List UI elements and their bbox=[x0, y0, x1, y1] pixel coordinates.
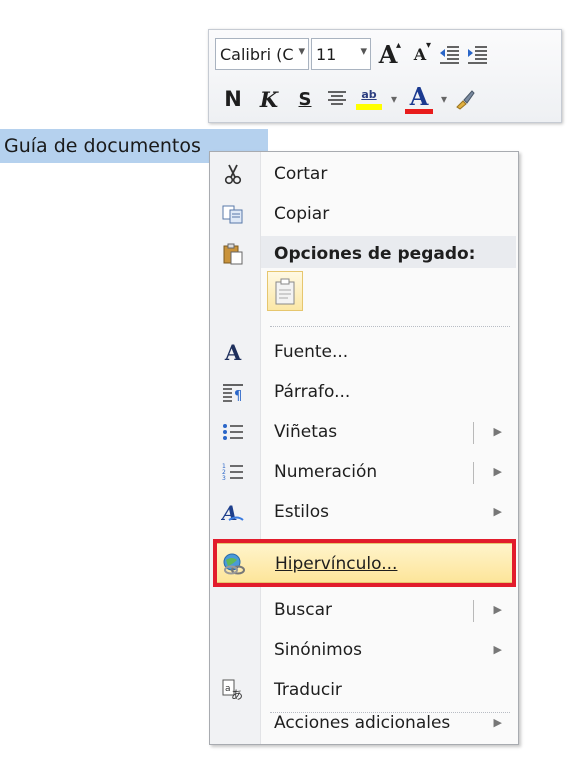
menu-item-numbering[interactable]: 123 Numeración ▶ bbox=[210, 452, 518, 492]
menu-item-copy[interactable]: Copiar bbox=[210, 194, 518, 234]
grow-font-button[interactable]: A ▴ bbox=[371, 38, 405, 70]
format-painter-icon bbox=[456, 90, 475, 110]
menu-item-paragraph[interactable]: ¶ Párrafo... bbox=[210, 372, 518, 412]
highlight-color-bar bbox=[356, 104, 382, 110]
shrink-font-button[interactable]: A ▾ bbox=[405, 38, 435, 70]
svg-text:a: a bbox=[225, 684, 231, 694]
menu-item-label: Buscar bbox=[274, 600, 333, 620]
increase-indent-button[interactable] bbox=[463, 38, 491, 70]
menu-item-search[interactable]: Buscar ▶ bbox=[210, 590, 518, 630]
numbering-icon: 123 bbox=[220, 460, 246, 484]
submenu-arrow-icon[interactable]: ▶ bbox=[494, 452, 502, 492]
menu-item-label: Numeración bbox=[274, 462, 378, 482]
submenu-split-divider bbox=[473, 600, 474, 622]
font-color-button[interactable]: A bbox=[401, 83, 437, 115]
bullets-icon bbox=[220, 420, 246, 444]
menu-item-label: Viñetas bbox=[274, 422, 338, 442]
font-name-value: Calibri (C bbox=[220, 44, 294, 64]
paragraph-icon: ¶ bbox=[220, 380, 246, 404]
shrink-font-icon: A bbox=[413, 44, 427, 64]
increase-indent-icon bbox=[468, 46, 487, 64]
scissors-icon bbox=[220, 162, 246, 186]
menu-item-paste-options: Opciones de pegado: bbox=[210, 234, 518, 274]
svg-text:¶: ¶ bbox=[234, 389, 242, 402]
menu-item-cut[interactable]: Cortar bbox=[210, 154, 518, 194]
chevron-down-icon[interactable]: ▾ bbox=[387, 92, 401, 106]
svg-text:あ: あ bbox=[231, 688, 243, 701]
styles-icon: A bbox=[220, 500, 246, 524]
chevron-down-icon[interactable]: ▾ bbox=[437, 92, 451, 106]
submenu-arrow-icon[interactable]: ▶ bbox=[494, 630, 502, 670]
font-size-combo[interactable]: 11 ▾ bbox=[311, 38, 371, 70]
underline-icon: S bbox=[298, 88, 312, 110]
highlight-icon: ab bbox=[361, 88, 377, 101]
menu-separator bbox=[270, 326, 510, 327]
submenu-arrow-icon[interactable]: ▶ bbox=[494, 492, 502, 532]
menu-item-bullets[interactable]: Viñetas ▶ bbox=[210, 412, 518, 452]
menu-item-label: Fuente... bbox=[274, 342, 349, 362]
menu-item-label: Sinónimos bbox=[274, 640, 363, 660]
svg-text:3: 3 bbox=[222, 475, 226, 482]
submenu-arrow-icon[interactable]: ▶ bbox=[494, 590, 502, 630]
clipboard-icon bbox=[275, 278, 295, 305]
paste-keep-formatting-button[interactable] bbox=[267, 271, 303, 311]
submenu-arrow-icon[interactable]: ▶ bbox=[494, 703, 502, 743]
decrease-indent-button[interactable] bbox=[435, 38, 463, 70]
caret-up-icon: ▴ bbox=[395, 40, 401, 51]
menu-item-label: Opciones de pegado: bbox=[274, 244, 476, 264]
underline-button[interactable]: S bbox=[287, 83, 323, 115]
menu-item-label: Estilos bbox=[274, 502, 329, 522]
highlight-box bbox=[213, 539, 516, 587]
menu-item-label: Acciones adicionales bbox=[274, 713, 451, 733]
menu-item-synonyms[interactable]: Sinónimos ▶ bbox=[210, 630, 518, 670]
translate-icon: a あ bbox=[220, 678, 246, 702]
decrease-indent-icon bbox=[440, 46, 459, 64]
copy-icon bbox=[220, 202, 246, 226]
caret-down-icon: ▾ bbox=[425, 40, 431, 51]
center-align-icon bbox=[328, 91, 346, 105]
center-align-button[interactable] bbox=[323, 83, 351, 115]
highlight-button[interactable]: ab bbox=[351, 83, 387, 115]
chevron-down-icon[interactable]: ▾ bbox=[360, 44, 367, 59]
menu-item-font[interactable]: A Fuente... bbox=[210, 332, 518, 372]
grow-font-icon: A bbox=[378, 39, 398, 69]
submenu-arrow-icon[interactable]: ▶ bbox=[494, 412, 502, 452]
context-menu: Cortar Copiar Opciones de pegado: A Fuen… bbox=[209, 151, 519, 745]
menu-item-label: Copiar bbox=[274, 204, 330, 224]
italic-icon: K bbox=[259, 86, 279, 112]
bold-icon: N bbox=[224, 87, 242, 111]
font-name-combo[interactable]: Calibri (C ▾ bbox=[215, 38, 309, 70]
font-size-value: 11 bbox=[316, 44, 337, 64]
submenu-split-divider bbox=[473, 422, 474, 444]
font-color-bar bbox=[405, 108, 433, 114]
font-icon: A bbox=[224, 339, 242, 365]
menu-item-styles[interactable]: A Estilos ▶ bbox=[210, 492, 518, 532]
format-painter-button[interactable] bbox=[451, 83, 479, 115]
menu-item-additional-actions[interactable]: Acciones adicionales ▶ bbox=[210, 703, 518, 743]
bold-button[interactable]: N bbox=[215, 83, 251, 115]
chevron-down-icon[interactable]: ▾ bbox=[298, 44, 305, 59]
menu-item-label: Párrafo... bbox=[274, 382, 351, 402]
mini-toolbar: Calibri (C ▾ 11 ▾ A ▴ A ▾ N K S ab ▾ A ▾ bbox=[208, 29, 562, 123]
menu-item-label: Cortar bbox=[274, 164, 328, 184]
font-color-icon: A bbox=[409, 81, 429, 111]
italic-button[interactable]: K bbox=[251, 83, 287, 115]
submenu-split-divider bbox=[473, 462, 474, 484]
paste-icon bbox=[220, 242, 246, 266]
